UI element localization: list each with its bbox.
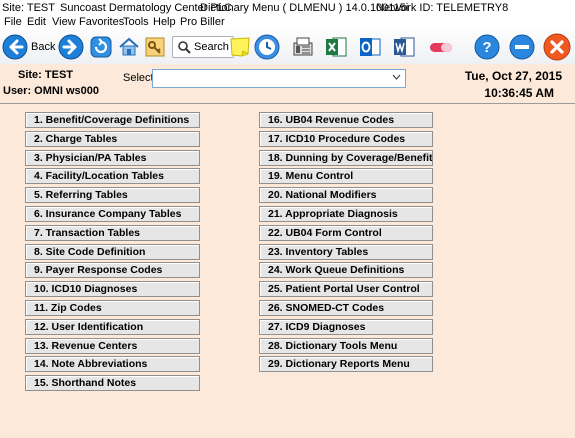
search-icon — [178, 41, 191, 54]
menu-option-button[interactable]: 12. User Identification — [25, 319, 200, 335]
menu-option-button[interactable]: 21. Appropriate Diagnosis — [259, 206, 433, 222]
refresh-button[interactable] — [89, 33, 113, 61]
menu-option-button[interactable]: 20. National Modifiers — [259, 187, 433, 203]
menu-option-button[interactable]: 19. Menu Control — [259, 168, 433, 184]
time-display: 10:36:45 AM — [484, 86, 554, 100]
forward-button[interactable] — [58, 33, 84, 61]
menu-option-button[interactable]: 11. Zip Codes — [25, 300, 200, 316]
title-bar: Site: TEST Suncoast Dermatology Center P… — [0, 0, 575, 15]
search-label: Search — [194, 41, 229, 53]
user-label: User: OMNI ws000 — [3, 85, 99, 97]
key-button[interactable] — [144, 33, 166, 61]
fax-icon — [293, 37, 313, 56]
refresh-icon — [90, 36, 112, 58]
menu-view[interactable]: View — [52, 16, 76, 28]
close-icon — [543, 33, 571, 61]
menu-option-button[interactable]: 9. Payer Response Codes — [25, 262, 200, 278]
menu-option-button[interactable]: 25. Patient Portal User Control — [259, 281, 433, 297]
site-label: Site: TEST — [18, 69, 74, 81]
back-arrow-icon — [2, 34, 28, 60]
menu-option-button[interactable]: 8. Site Code Definition — [25, 244, 200, 260]
key-icon — [145, 37, 165, 57]
menu-option-button[interactable]: 28. Dictionary Tools Menu — [259, 338, 433, 354]
menu-option-button[interactable]: 24. Work Queue Definitions — [259, 262, 433, 278]
menu-option-button[interactable]: 6. Insurance Company Tables — [25, 206, 200, 222]
menu-option-button[interactable]: 22. UB04 Form Control — [259, 225, 433, 241]
home-button[interactable] — [117, 33, 141, 61]
back-button[interactable]: Back — [2, 33, 55, 61]
menu-option-button[interactable]: 4. Facility/Location Tables — [25, 168, 200, 184]
menu-option-button[interactable]: 16. UB04 Revenue Codes — [259, 112, 433, 128]
menu-option-button[interactable]: 2. Charge Tables — [25, 131, 200, 147]
outlook-button[interactable] — [358, 33, 382, 61]
sticky-note-icon — [230, 37, 250, 57]
forward-arrow-icon — [58, 34, 84, 60]
menu-option-button[interactable]: 27. ICD9 Diagnoses — [259, 319, 433, 335]
title-network: Network ID: TELEMETRY8 — [376, 2, 509, 14]
menu-bar: File Edit View Favorites Tools Help Pro … — [0, 15, 575, 30]
menu-option-button[interactable]: 3. Physician/PA Tables — [25, 150, 200, 166]
menu-help[interactable]: Help — [153, 16, 176, 28]
pill-icon — [430, 43, 452, 52]
menu-file[interactable]: File — [4, 16, 22, 28]
clock-button[interactable] — [254, 33, 280, 61]
dictionary-menu: 1. Benefit/Coverage Definitions 2. Charge… — [0, 104, 575, 438]
menu-option-button[interactable]: 14. Note Abbreviations — [25, 356, 200, 372]
page-header: Site: TEST User: OMNI ws000 Select Tue, … — [0, 64, 575, 104]
sticky-note-button[interactable] — [228, 33, 252, 61]
menu-option-button[interactable]: 17. ICD10 Procedure Codes — [259, 131, 433, 147]
menu-option-button[interactable]: 26. SNOMED-CT Codes — [259, 300, 433, 316]
minimize-button[interactable] — [509, 33, 535, 61]
back-label: Back — [31, 41, 56, 53]
menu-option-button[interactable]: 5. Referring Tables — [25, 187, 200, 203]
fax-button[interactable] — [291, 33, 315, 61]
close-button[interactable] — [543, 33, 571, 61]
menu-favorites[interactable]: Favorites — [79, 16, 124, 28]
date-display: Tue, Oct 27, 2015 — [464, 69, 562, 83]
home-icon — [119, 37, 139, 56]
word-icon — [394, 37, 415, 57]
help-button[interactable]: ? — [474, 33, 500, 61]
menu-edit[interactable]: Edit — [27, 16, 46, 28]
select-dropdown[interactable] — [152, 69, 406, 88]
menu-option-button[interactable]: 13. Revenue Centers — [25, 338, 200, 354]
title-site: Site: TEST — [2, 2, 55, 14]
toolbar: Back Search ? — [0, 30, 575, 65]
menu-option-button[interactable]: 1. Benefit/Coverage Definitions — [25, 112, 200, 128]
menu-tools[interactable]: Tools — [123, 16, 149, 28]
menu-pro-biller[interactable]: Pro Biller — [180, 16, 225, 28]
menu-option-button[interactable]: 10. ICD10 Diagnoses — [25, 281, 200, 297]
excel-button[interactable] — [324, 33, 348, 61]
chevron-down-icon — [392, 74, 401, 80]
help-icon: ? — [474, 34, 500, 60]
pill-button[interactable] — [428, 33, 454, 61]
excel-icon — [326, 37, 347, 57]
svg-text:?: ? — [482, 39, 491, 56]
clock-icon — [254, 34, 280, 60]
search-button[interactable]: Search — [172, 33, 234, 61]
outlook-icon — [360, 38, 381, 56]
menu-option-button[interactable]: 7. Transaction Tables — [25, 225, 200, 241]
select-label: Select — [123, 72, 154, 84]
menu-option-button[interactable]: 18. Dunning by Coverage/Benefit — [259, 150, 433, 166]
minimize-icon — [509, 34, 535, 60]
menu-option-button[interactable]: 15. Shorthand Notes — [25, 375, 200, 391]
menu-option-button[interactable]: 29. Dictionary Reports Menu — [259, 356, 433, 372]
menu-option-button[interactable]: 23. Inventory Tables — [259, 244, 433, 260]
word-button[interactable] — [392, 33, 416, 61]
